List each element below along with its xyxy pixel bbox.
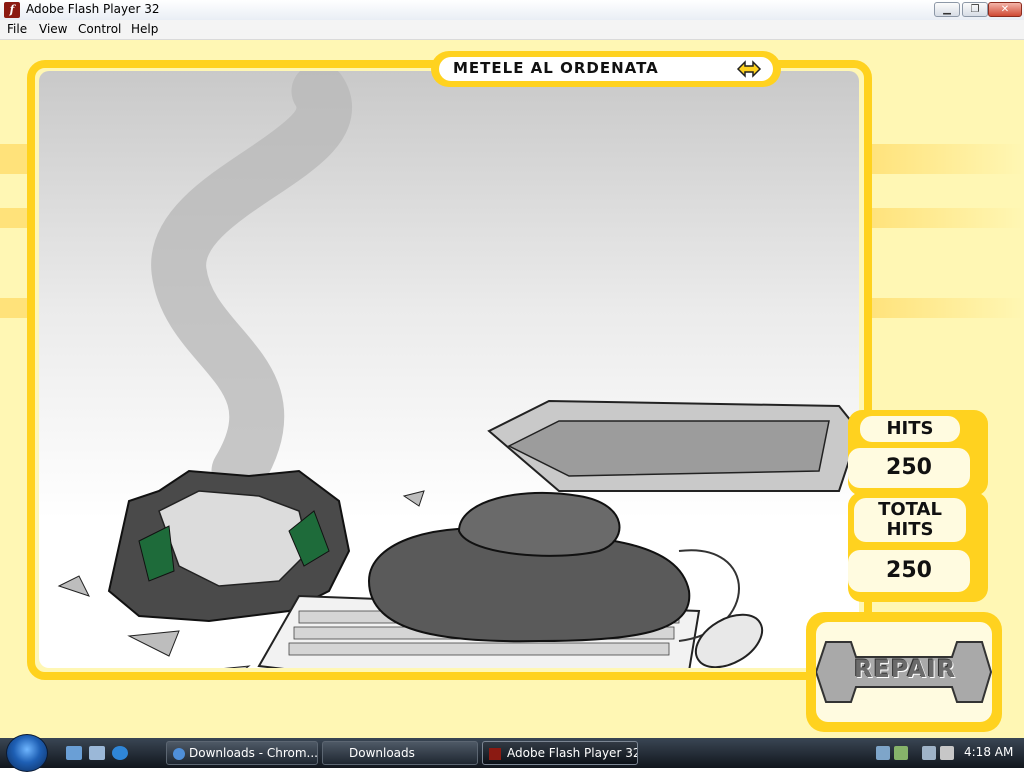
game-title-banner: METELE AL ORDENATA — [431, 51, 781, 87]
hits-panel: HITS 250 — [848, 410, 988, 496]
menu-view[interactable]: View — [39, 22, 67, 36]
bg-stripe — [0, 298, 30, 318]
show-desktop-icon[interactable] — [66, 746, 82, 760]
taskbar-flash-player[interactable]: Adobe Flash Player 32 — [482, 741, 638, 765]
taskbar-chrome-downloads[interactable]: Downloads - Chrom... — [166, 741, 318, 765]
menu-help[interactable]: Help — [131, 22, 158, 36]
window-title: Adobe Flash Player 32 — [26, 2, 160, 16]
network-tray-icon[interactable] — [876, 746, 890, 760]
internet-explorer-icon[interactable] — [112, 746, 128, 760]
repair-button[interactable]: REPAIR — [806, 612, 1002, 732]
volume-muted-icon[interactable] — [940, 746, 954, 760]
hits-label: HITS — [860, 416, 960, 442]
network-status-icon[interactable] — [922, 746, 936, 760]
repair-label: REPAIR — [854, 655, 957, 683]
hits-value: 250 — [848, 448, 970, 488]
total-hits-label-line2: HITS — [886, 519, 934, 540]
game-title: METELE AL ORDENATA — [453, 59, 659, 77]
chrome-icon — [173, 747, 185, 760]
total-hits-label-line1: TOTAL — [878, 499, 942, 520]
total-hits-value: 250 — [848, 550, 970, 592]
taskbar-downloads[interactable]: Downloads — [322, 741, 478, 765]
tray-icon[interactable] — [894, 746, 908, 760]
flash-stage[interactable]: METELE AL ORDENATA HITS 250 TOTAL HITS 2… — [0, 40, 1024, 738]
flash-app-icon: f — [4, 2, 20, 18]
menu-file[interactable]: File — [7, 22, 27, 36]
taskbar-button-label: Downloads - Chrom... — [189, 746, 318, 760]
flash-icon — [489, 747, 501, 760]
total-hits-panel: TOTAL HITS 250 — [848, 492, 988, 602]
bg-stripe — [0, 144, 30, 174]
start-button[interactable] — [6, 734, 48, 772]
total-hits-label: TOTAL HITS — [854, 498, 966, 542]
bg-stripe — [866, 208, 1024, 228]
maximize-button[interactable]: ❐ — [962, 2, 988, 17]
bg-stripe — [866, 144, 1024, 174]
taskbar: Downloads - Chrom... Downloads Adobe Fla… — [0, 734, 1024, 772]
smoke-plume — [151, 71, 352, 499]
close-button[interactable]: ✕ — [988, 2, 1022, 17]
switch-windows-icon[interactable] — [89, 746, 105, 760]
taskbar-clock[interactable]: 4:18 AM — [964, 745, 1013, 759]
swap-arrows-icon[interactable] — [735, 58, 763, 80]
title-bar: f Adobe Flash Player 32 ▁ ❐ ✕ — [0, 0, 1024, 21]
minimize-button[interactable]: ▁ — [934, 2, 960, 17]
smashed-computer-top — [457, 491, 621, 557]
menu-bar: File View Control Help — [0, 20, 1024, 40]
bg-stripe — [0, 208, 30, 228]
bg-stripe — [866, 298, 1024, 318]
broken-monitor-inside — [507, 420, 830, 477]
smashed-computer-scene[interactable] — [39, 71, 859, 668]
taskbar-button-label: Downloads — [349, 746, 415, 760]
taskbar-button-label: Adobe Flash Player 32 — [507, 746, 638, 760]
game-viewport[interactable] — [39, 71, 859, 668]
menu-control[interactable]: Control — [78, 22, 121, 36]
